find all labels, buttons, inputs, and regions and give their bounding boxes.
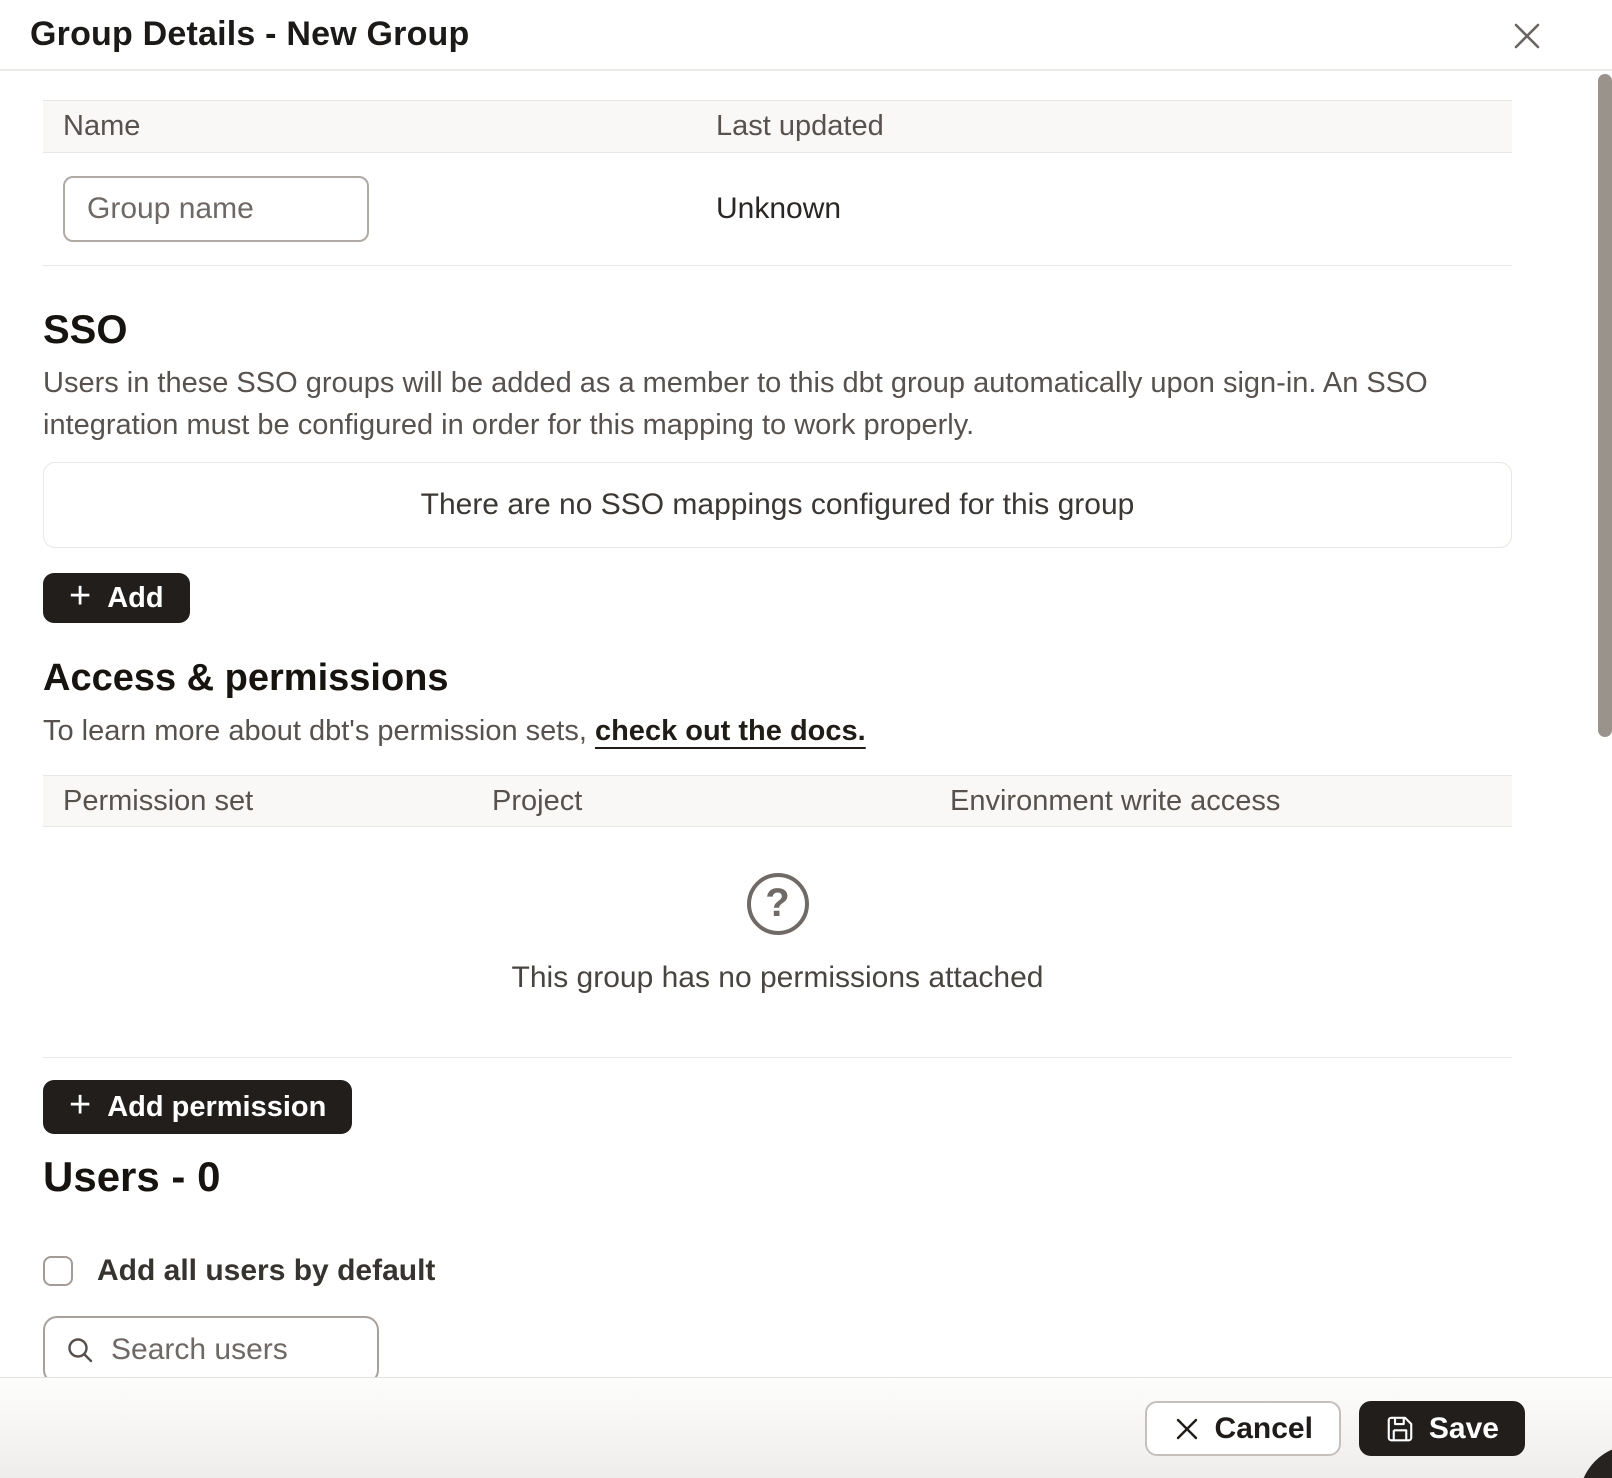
modal-header: Group Details - New Group: [0, 0, 1612, 71]
group-details-modal: Group Details - New Group Name Last upda…: [0, 0, 1612, 1478]
docs-link[interactable]: check out the docs.: [595, 715, 866, 747]
add-all-users-label: Add all users by default: [97, 1254, 435, 1288]
docs-text: To learn more about dbt's permission set…: [43, 715, 587, 747]
last-updated-value: Unknown: [716, 192, 841, 226]
permissions-docs-line: To learn more about dbt's permission set…: [43, 711, 1512, 751]
permissions-heading: Access & permissions: [43, 655, 1512, 701]
save-button[interactable]: Save: [1359, 1401, 1525, 1456]
help-circle-icon: ?: [747, 873, 809, 935]
sso-heading: SSO: [43, 306, 1512, 354]
group-name-table: Name Last updated Unknown: [43, 100, 1512, 266]
scrollbar-thumb[interactable]: [1598, 74, 1612, 737]
plus-icon: +: [69, 577, 91, 615]
close-button[interactable]: [1502, 11, 1552, 61]
sso-empty-message: There are no SSO mappings configured for…: [421, 488, 1135, 522]
add-permission-button[interactable]: + Add permission: [43, 1080, 352, 1134]
plus-icon: +: [69, 1086, 91, 1124]
permissions-empty-state: ? This group has no permissions attached: [43, 827, 1512, 1058]
cancel-button-label: Cancel: [1215, 1412, 1313, 1446]
add-sso-button-label: Add: [107, 582, 163, 615]
cancel-button[interactable]: Cancel: [1145, 1401, 1341, 1456]
search-icon: [65, 1335, 95, 1365]
search-users-input[interactable]: [111, 1333, 359, 1367]
users-heading: Users - 0: [43, 1152, 1512, 1202]
modal-content: Name Last updated Unknown SSO Users in t…: [0, 100, 1612, 1384]
sso-description: Users in these SSO groups will be added …: [43, 362, 1508, 446]
save-icon: [1385, 1414, 1415, 1444]
modal-footer: Cancel Save: [0, 1377, 1612, 1478]
modal-title: Group Details - New Group: [30, 15, 469, 54]
name-table-header: Name Last updated: [43, 100, 1512, 153]
close-icon: [1509, 18, 1545, 54]
permissions-table-header: Permission set Project Environment write…: [43, 775, 1512, 827]
add-permission-button-label: Add permission: [107, 1091, 326, 1124]
permission-set-column-header: Permission set: [63, 785, 492, 818]
last-updated-column-header: Last updated: [716, 110, 884, 143]
add-all-users-checkbox[interactable]: [43, 1256, 73, 1286]
name-column-header: Name: [63, 110, 716, 143]
environment-write-access-column-header: Environment write access: [950, 785, 1280, 818]
save-button-label: Save: [1429, 1412, 1499, 1446]
search-users-field: [43, 1316, 379, 1384]
permissions-table: Permission set Project Environment write…: [43, 775, 1512, 1058]
permissions-empty-message: This group has no permissions attached: [43, 961, 1512, 995]
add-all-users-row: Add all users by default: [43, 1254, 1512, 1288]
project-column-header: Project: [492, 785, 950, 818]
group-name-input[interactable]: [63, 176, 369, 242]
add-sso-mapping-button[interactable]: + Add: [43, 573, 190, 623]
cancel-x-icon: [1173, 1415, 1201, 1443]
sso-empty-state: There are no SSO mappings configured for…: [43, 462, 1512, 548]
table-row: Unknown: [43, 153, 1512, 266]
